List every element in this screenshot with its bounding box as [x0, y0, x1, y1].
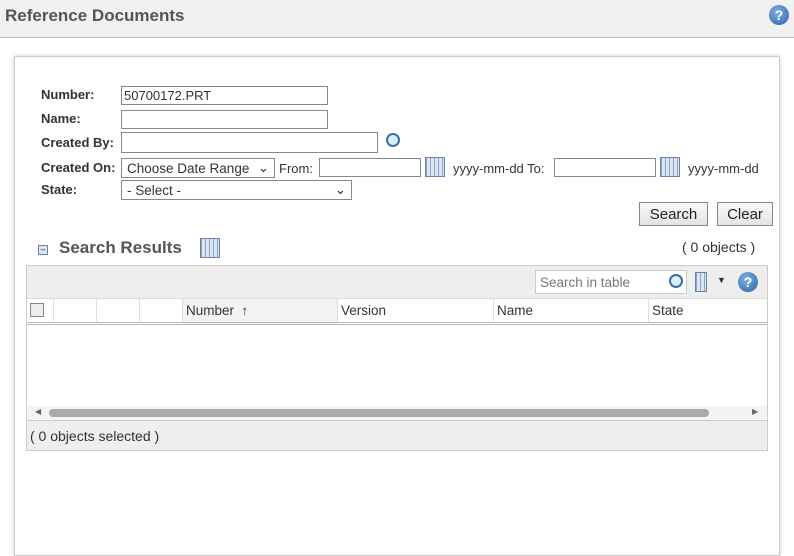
- name-label: Name:: [41, 111, 81, 126]
- help-icon[interactable]: ?: [738, 272, 758, 292]
- state-value: - Select -: [127, 182, 182, 198]
- name-input[interactable]: [121, 110, 328, 129]
- created-on-label: Created On:: [41, 160, 116, 175]
- select-all-header: [27, 299, 54, 325]
- scroll-left-icon[interactable]: ◀: [35, 407, 41, 416]
- horizontal-scrollbar[interactable]: ◀ ▶: [27, 406, 767, 420]
- calendar-icon[interactable]: [425, 157, 445, 177]
- page-header: Reference Documents ?: [0, 0, 794, 38]
- column-header-version[interactable]: Version: [338, 299, 494, 325]
- to-format-label: yyyy-mm-dd: [688, 161, 759, 176]
- column-header: [54, 299, 97, 325]
- column-header: [97, 299, 140, 325]
- column-header-number[interactable]: Number ↑: [183, 299, 338, 325]
- collapse-icon[interactable]: –: [38, 245, 48, 255]
- date-range-value: Choose Date Range: [127, 160, 250, 176]
- created-by-input[interactable]: [121, 132, 378, 153]
- results-title: Search Results: [59, 238, 182, 257]
- dropdown-arrow-icon[interactable]: ▼: [717, 275, 726, 285]
- columns-icon[interactable]: [695, 272, 707, 292]
- to-date-input[interactable]: [554, 158, 656, 177]
- calendar-icon[interactable]: [660, 157, 680, 177]
- search-icon[interactable]: [669, 274, 683, 288]
- sort-ascending-icon: ↑: [241, 303, 249, 318]
- from-label: From:: [279, 161, 313, 176]
- table-search-input[interactable]: Search in table: [535, 270, 687, 294]
- column-header: [140, 299, 183, 325]
- results-count: ( 0 objects ): [682, 239, 756, 255]
- date-range-select[interactable]: Choose Date Range ⌄: [121, 158, 275, 178]
- select-all-checkbox[interactable]: [30, 303, 44, 317]
- scroll-right-icon[interactable]: ▶: [752, 407, 758, 416]
- selection-status: ( 0 objects selected ): [27, 420, 767, 450]
- from-format-label: yyyy-mm-dd To:: [453, 161, 545, 176]
- state-select[interactable]: - Select - ⌄: [121, 180, 352, 200]
- table-view-icon[interactable]: [200, 238, 220, 258]
- page-title: Reference Documents: [5, 6, 185, 25]
- state-label: State:: [41, 182, 78, 197]
- search-button[interactable]: Search: [639, 202, 708, 226]
- column-label: Number: [186, 303, 235, 318]
- number-label: Number:: [41, 87, 95, 102]
- chevron-down-icon: ⌄: [257, 160, 269, 175]
- chevron-down-icon: ⌄: [334, 182, 346, 197]
- column-header-name[interactable]: Name: [494, 299, 649, 325]
- clear-button[interactable]: Clear: [717, 202, 773, 226]
- search-icon[interactable]: [386, 133, 400, 147]
- help-icon[interactable]: ?: [769, 5, 789, 25]
- from-date-input[interactable]: [319, 158, 421, 177]
- number-input[interactable]: 50700172.PRT: [121, 86, 328, 105]
- column-header-state[interactable]: State: [649, 299, 767, 325]
- results-table: Search in table ▼ ? Number ↑ Version Nam…: [26, 265, 768, 451]
- scrollbar-thumb[interactable]: [49, 409, 709, 417]
- created-by-label: Created By:: [41, 135, 114, 150]
